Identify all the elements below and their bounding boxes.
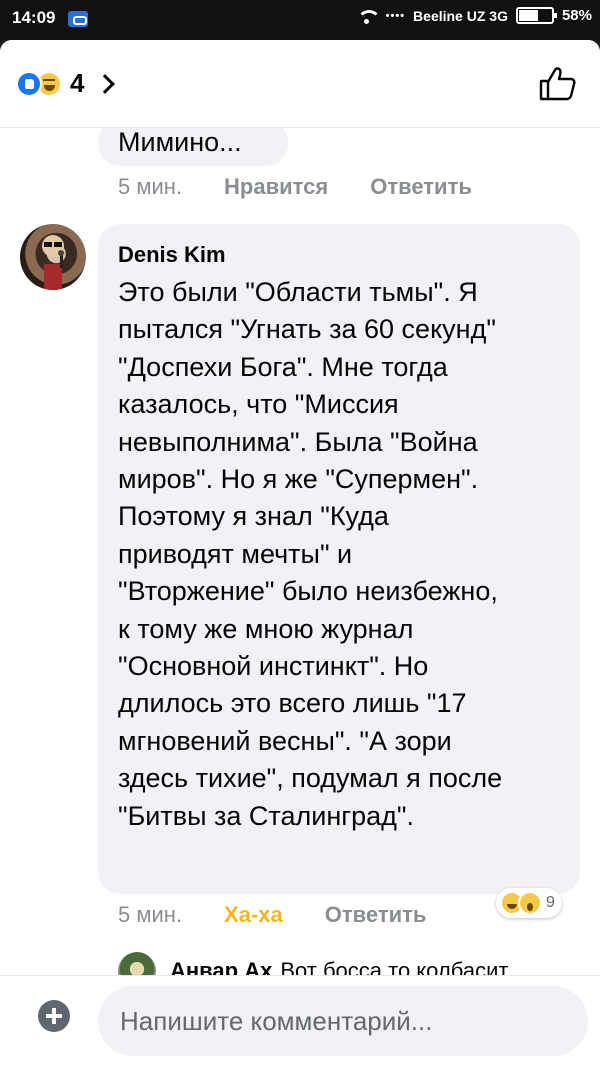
reaction-count: 9 (546, 894, 555, 911)
comment-time: 5 мин. (118, 174, 183, 199)
status-bar: 14:09 •••• Beeline UZ 3G 58% (0, 0, 600, 40)
avatar[interactable] (20, 224, 86, 290)
comments-sheet: 4 Мимино... 5 мин. Нравится Ответить Den… (0, 40, 600, 1065)
like-icon (16, 70, 42, 97)
comment-bubble: Denis Kim Это были "Области тьмы". Я пыт… (98, 224, 580, 894)
status-right: •••• Beeline UZ 3G 58% (356, 7, 592, 24)
wifi-icon (356, 8, 381, 24)
avatar-image (42, 235, 64, 290)
reply-button[interactable]: Ответить (370, 174, 472, 200)
comment-line: пытался "Угнать за 60 секунд" (118, 314, 496, 345)
comment-composer (0, 975, 600, 1065)
comment-line: казалось, что "Миссия (118, 389, 399, 420)
status-time: 14:09 (12, 8, 56, 27)
battery-icon (515, 7, 557, 24)
like-button[interactable]: Нравится (224, 174, 328, 200)
carrier-name: Beeline UZ 3G (413, 7, 508, 24)
haha-reaction-button[interactable]: Ха-ха (224, 902, 283, 928)
comment-line: "Вторжение" было неизбежно, (118, 576, 498, 607)
reaction-count: 4 (70, 68, 85, 98)
comment-line: приводят мечты" и (118, 538, 353, 569)
app-notification-icon (68, 11, 88, 27)
comment-line: невыполнима". Была "Война (118, 426, 478, 457)
comment-line: мгновений весны". "А зори (118, 725, 452, 756)
signal-dots: •••• (385, 9, 406, 22)
comment-line: здесь тихие", подумал я после (118, 763, 503, 794)
comment-line: длилось это всего лишь "17 (118, 688, 467, 719)
thumbs-up-outline-icon[interactable] (538, 66, 576, 102)
comment-line: "Основной инстинкт". Но (118, 651, 429, 682)
comment-line: "Битвы за Сталинград". (118, 800, 414, 831)
comment-line: "Доспехи Бога". Мне тогда (118, 351, 448, 382)
comment-actions: 5 мин. Нравится Ответить (118, 174, 514, 200)
comment-2: Denis Kim Это были "Области тьмы". Я пыт… (0, 224, 600, 990)
comment-reactions-badge[interactable]: 9 (496, 888, 562, 918)
comment-line: Поэтому я знал "Куда (118, 501, 389, 532)
comment-line: к тому же мною журнал (118, 613, 414, 644)
comment-actions: 5 мин. Ха-ха Ответить (118, 902, 468, 928)
comment-line: миров". Но я же "Супермен". (118, 464, 479, 495)
comment-author[interactable]: Denis Kim (118, 242, 226, 268)
wow-icon (518, 891, 542, 915)
comment-text: Мимино... (118, 127, 242, 157)
chevron-right-icon (95, 73, 116, 94)
comment-time: 5 мин. (118, 902, 183, 927)
reactions-summary[interactable]: 4 (16, 68, 116, 99)
comment-line: Это были "Области тьмы". Я (118, 277, 478, 307)
add-attachment-button[interactable] (38, 1000, 70, 1032)
reply-button[interactable]: Ответить (325, 902, 427, 928)
comment-input[interactable] (98, 986, 588, 1056)
reactions-header: 4 (0, 40, 600, 128)
battery-level: 58% (561, 7, 592, 24)
comment-text: Это были "Области тьмы". Я пытался "Угна… (118, 274, 574, 835)
